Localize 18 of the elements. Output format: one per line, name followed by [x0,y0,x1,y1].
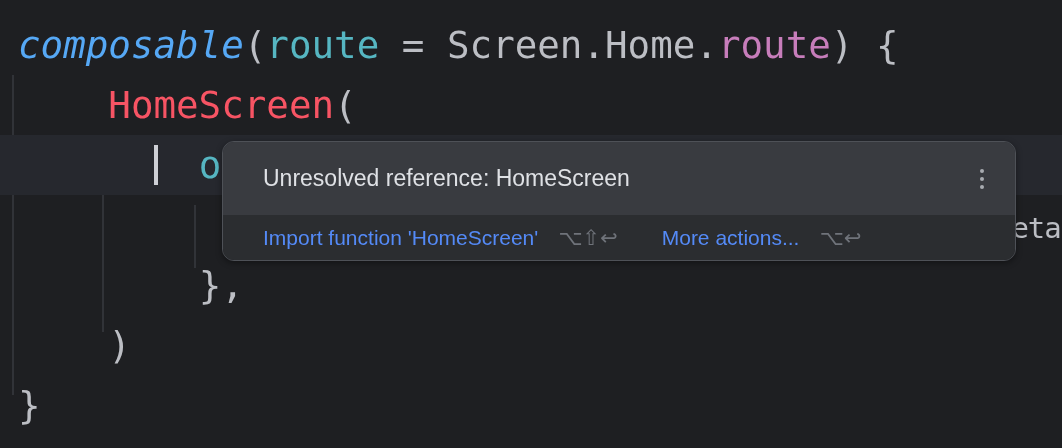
parameter-name: route [266,23,380,67]
keyboard-shortcut: ⌥⇧↩ [558,225,618,250]
keyboard-shortcut: ⌥↩ [819,225,862,250]
code-text: }, [198,263,244,307]
error-message: Unresolved reference: HomeScreen [263,165,630,192]
function-name: composable [18,23,244,67]
action-link[interactable]: More actions... [661,225,800,250]
code-text: = Screen.Home. [401,23,718,67]
code-text: ) { [830,23,899,67]
code-text: ) [108,323,131,367]
code-text: ( [334,83,357,127]
action-link[interactable]: Import function 'HomeScreen' [263,225,539,250]
more-options-icon[interactable] [979,167,985,190]
property-name: route [717,23,831,67]
parameter-name: o [198,143,222,187]
code-text: ( [243,23,267,67]
code-text: } [18,383,41,427]
error-identifier: HomeScreen [108,83,335,127]
